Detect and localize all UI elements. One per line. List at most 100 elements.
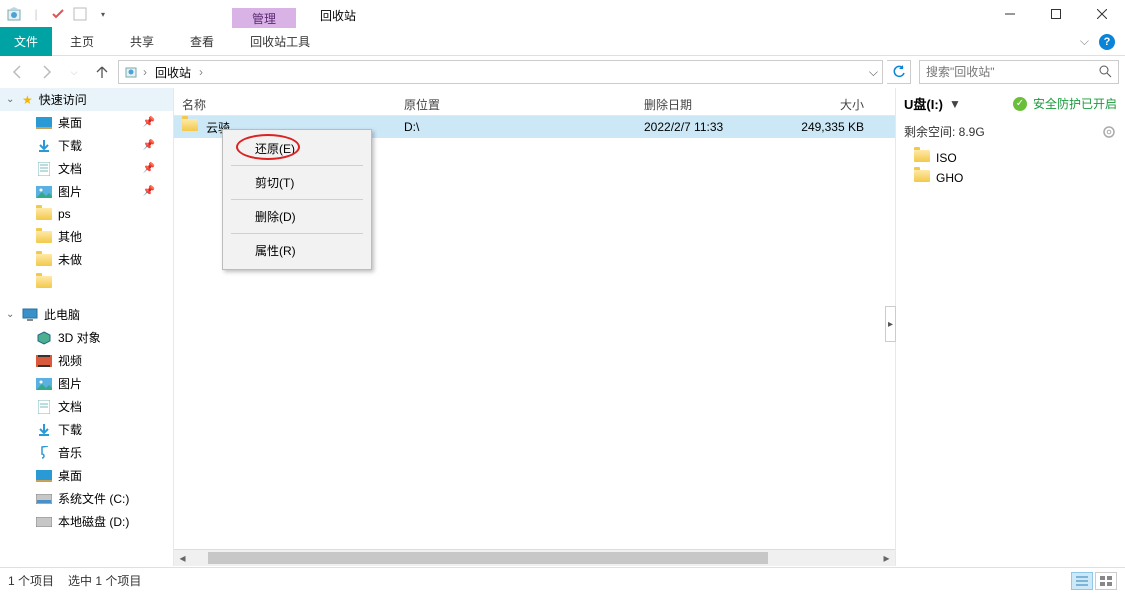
sidebar-item-pictures2[interactable]: 图片	[0, 372, 173, 395]
star-icon: ★	[22, 93, 33, 107]
right-panel: ▸ U盘(I:) ▼ ✓ 安全防护已开启 剩余空间: 8.9G ISO GHO	[895, 88, 1125, 566]
pin-icon: 📌	[143, 140, 155, 151]
close-button[interactable]	[1079, 0, 1125, 28]
horizontal-scrollbar[interactable]: ◂ ▸	[174, 549, 895, 566]
menu-delete[interactable]: 删除(D)	[225, 202, 369, 231]
tab-view[interactable]: 查看	[172, 27, 232, 56]
context-menu: 还原(E) 剪切(T) 删除(D) 属性(R)	[222, 129, 372, 270]
col-header-size[interactable]: 大小	[792, 92, 872, 117]
ribbon: 文件 主页 共享 查看 回收站工具 ⌵ ?	[0, 28, 1125, 56]
sidebar-item-music[interactable]: 音乐	[0, 441, 173, 464]
free-space-label: 剩余空间: 8.9G	[904, 123, 985, 140]
address-bar[interactable]: › 回收站 › ⌵	[118, 60, 883, 84]
view-large-icons-button[interactable]	[1095, 572, 1117, 590]
3d-icon	[36, 330, 52, 346]
nav-recent-dropdown[interactable]: ⌵	[62, 60, 86, 84]
col-header-deleted[interactable]: 删除日期	[636, 92, 792, 117]
tab-file[interactable]: 文件	[0, 27, 52, 56]
qat-check-icon[interactable]	[48, 4, 68, 24]
collapse-panel-button[interactable]: ▸	[885, 306, 896, 342]
pin-icon: 📌	[143, 163, 155, 174]
sidebar-item-drive-c[interactable]: 系统文件 (C:)	[0, 487, 173, 510]
breadcrumb-sep-2[interactable]: ›	[199, 65, 203, 79]
qat-blank-icon[interactable]	[70, 4, 90, 24]
search-input[interactable]	[926, 65, 1098, 79]
menu-cut[interactable]: 剪切(T)	[225, 168, 369, 197]
search-box[interactable]	[919, 60, 1119, 84]
nav-bar: ⌵ › 回收站 › ⌵	[0, 56, 1125, 88]
view-details-button[interactable]	[1071, 572, 1093, 590]
document-icon	[36, 399, 52, 415]
scroll-left-icon[interactable]: ◂	[174, 550, 191, 567]
menu-separator	[231, 165, 363, 166]
expand-caret-icon[interactable]: ⌄	[6, 94, 14, 105]
minimize-ribbon-icon[interactable]: ⌵	[1080, 34, 1089, 49]
search-icon[interactable]	[1098, 64, 1112, 81]
breadcrumb-recyclebin[interactable]: 回收站	[151, 64, 195, 81]
drive-folder-gho[interactable]: GHO	[914, 168, 1125, 188]
scroll-thumb[interactable]	[208, 552, 768, 564]
sidebar-this-pc[interactable]: ⌄ 此电脑	[0, 303, 173, 326]
sidebar-label: 快速访问	[39, 91, 87, 108]
qat-dropdown-icon[interactable]: ▾	[92, 4, 112, 24]
sidebar-item-documents[interactable]: 文档📌	[0, 157, 173, 180]
sidebar-item-desktop2[interactable]: 桌面	[0, 464, 173, 487]
sidebar-item-blank[interactable]	[0, 271, 173, 293]
pictures-icon	[36, 184, 52, 200]
nav-up-button[interactable]	[90, 60, 114, 84]
address-dropdown-icon[interactable]: ⌵	[869, 65, 878, 80]
title-bar: | ▾ 管理 回收站	[0, 0, 1125, 28]
sidebar-item-other[interactable]: 其他	[0, 225, 173, 248]
download-icon	[36, 422, 52, 438]
drive-dropdown-icon[interactable]: ▼	[949, 97, 961, 111]
minimize-button[interactable]	[987, 0, 1033, 28]
recycle-bin-icon[interactable]	[4, 4, 24, 24]
breadcrumb-sep[interactable]: ›	[143, 65, 147, 79]
tab-recyclebin-tools[interactable]: 回收站工具	[232, 27, 328, 56]
sidebar-item-3dobjects[interactable]: 3D 对象	[0, 326, 173, 349]
refresh-button[interactable]	[887, 60, 911, 84]
menu-properties[interactable]: 属性(R)	[225, 236, 369, 265]
recycle-bin-small-icon	[123, 63, 139, 82]
sidebar-item-pictures[interactable]: 图片📌	[0, 180, 173, 203]
sidebar-item-drive-d[interactable]: 本地磁盘 (D:)	[0, 510, 173, 533]
maximize-button[interactable]	[1033, 0, 1079, 28]
help-icon[interactable]: ?	[1099, 34, 1115, 50]
sidebar-item-downloads2[interactable]: 下载	[0, 418, 173, 441]
document-icon	[36, 161, 52, 177]
contextual-tabs: 管理 回收站	[232, 0, 380, 28]
expand-caret-icon[interactable]: ⌄	[6, 309, 14, 320]
sidebar-item-downloads[interactable]: 下载📌	[0, 134, 173, 157]
quick-access-toolbar: | ▾	[4, 4, 112, 24]
col-header-name[interactable]: 名称	[174, 92, 396, 117]
drive-folder-iso[interactable]: ISO	[914, 148, 1125, 168]
scroll-right-icon[interactable]: ▸	[878, 550, 895, 567]
security-status[interactable]: 安全防护已开启	[1033, 95, 1117, 112]
tab-home[interactable]: 主页	[52, 27, 112, 56]
cell-orig: D:\	[396, 118, 636, 136]
menu-separator	[231, 233, 363, 234]
cell-deleted: 2022/2/7 11:33	[636, 118, 792, 136]
sidebar-item-weizuo[interactable]: 未做	[0, 248, 173, 271]
gear-icon[interactable]	[1101, 124, 1117, 140]
sidebar-item-desktop[interactable]: 桌面📌	[0, 111, 173, 134]
sidebar-item-documents2[interactable]: 文档	[0, 395, 173, 418]
folder-icon	[36, 229, 52, 245]
sidebar-quick-access[interactable]: ⌄ ★ 快速访问	[0, 88, 173, 111]
drive-label[interactable]: U盘(I:)	[904, 94, 943, 113]
nav-sidebar: ⌄ ★ 快速访问 桌面📌 下载📌 文档📌 图片📌 ps 其他 未做 ⌄ 此电脑 …	[0, 88, 174, 566]
nav-back-button[interactable]	[6, 60, 30, 84]
nav-forward-button[interactable]	[34, 60, 58, 84]
column-headers: 名称 原位置 删除日期 大小	[174, 88, 895, 116]
status-item-count: 1 个项目	[8, 572, 54, 589]
menu-restore[interactable]: 还原(E)	[225, 134, 369, 163]
context-tab-manage[interactable]: 管理	[232, 8, 296, 28]
col-header-orig[interactable]: 原位置	[396, 92, 636, 117]
status-selected-count: 选中 1 个项目	[68, 572, 141, 589]
sidebar-item-videos[interactable]: 视频	[0, 349, 173, 372]
sidebar-item-ps[interactable]: ps	[0, 203, 173, 225]
folder-icon	[36, 206, 52, 222]
tab-share[interactable]: 共享	[112, 27, 172, 56]
location-label: 回收站	[296, 3, 380, 28]
shield-icon: ✓	[1013, 97, 1027, 111]
